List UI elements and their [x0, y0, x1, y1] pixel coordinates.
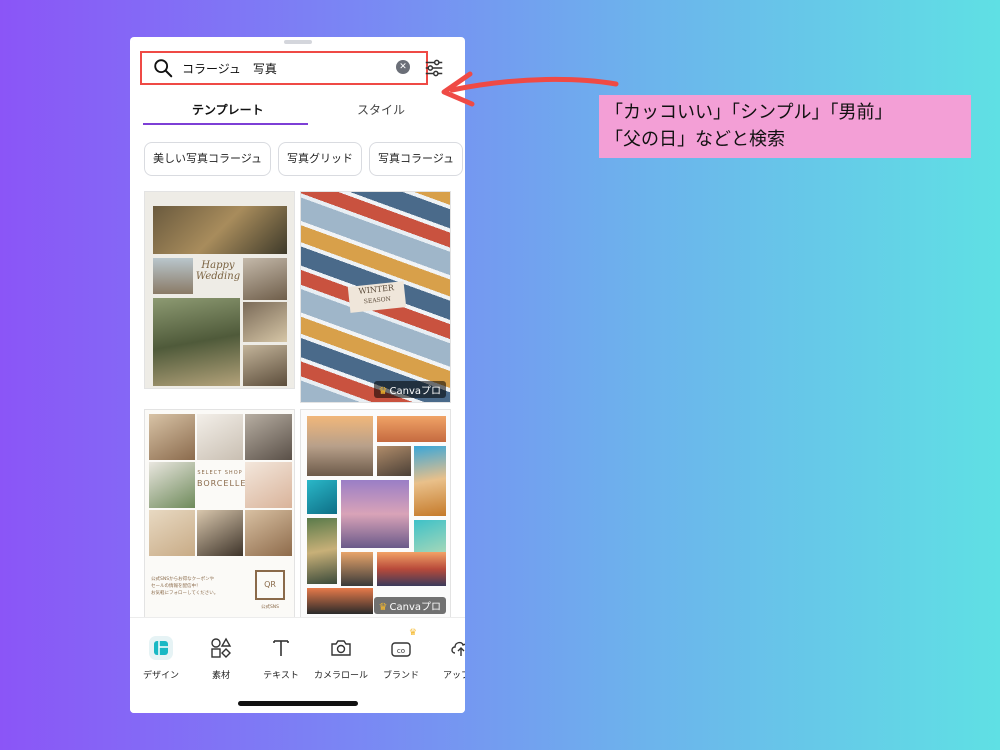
- nav-label: ブランド: [382, 671, 419, 681]
- nav-label: テキスト: [263, 671, 299, 681]
- photo: [307, 518, 337, 584]
- photo: [377, 552, 446, 586]
- active-tab-indicator: [143, 123, 308, 125]
- template-text: SELECT SHOP: [197, 470, 243, 476]
- nav-upload[interactable]: アップロ: [430, 634, 465, 681]
- home-indicator: [238, 701, 358, 706]
- wedding-title: Happy Wedding: [195, 260, 241, 296]
- annotation-callout: 「カッコいい」「シンプル」「男前」 「父の日」などと検索: [599, 95, 971, 158]
- template-card-shop[interactable]: SELECT SHOP BORCELLE 公式SNSからお得なクーポンや セール…: [144, 409, 295, 619]
- template-text: BORCELLE: [197, 479, 247, 488]
- chip-photo-collage[interactable]: 写真コラージュ: [369, 142, 464, 176]
- callout-line: 「父の日」などと検索: [605, 129, 785, 150]
- template-text: お気軽にフォローしてください。: [151, 591, 219, 596]
- photo: [245, 414, 292, 460]
- nav-design[interactable]: デザイン: [130, 634, 192, 681]
- photo: [197, 414, 243, 460]
- template-card-winter[interactable]: WINTER SEASON ♛ Canvaプロ: [300, 191, 451, 403]
- photo: [377, 446, 411, 476]
- photo: [341, 480, 409, 548]
- nav-elements[interactable]: 素材: [190, 634, 252, 681]
- photo: [414, 520, 446, 554]
- search-icon: [154, 59, 173, 78]
- template-text: 公式SNSからお得なクーポンや: [151, 577, 215, 582]
- nav-label: 素材: [211, 671, 230, 681]
- tab-bar: テンプレート スタイル: [130, 95, 465, 127]
- search-bar[interactable]: コラージュ 写真: [140, 51, 428, 85]
- photo: [307, 480, 337, 514]
- nav-label: デザイン: [142, 671, 179, 681]
- photo: [245, 462, 292, 508]
- photo: [377, 416, 446, 442]
- callout-line: 「カッコいい」「シンプル」「男前」: [605, 102, 893, 123]
- tab-templates[interactable]: テンプレート: [192, 101, 264, 118]
- camera-icon: [327, 634, 355, 662]
- template-text: Happy: [201, 260, 235, 271]
- pro-badge-label: Canvaプロ: [389, 602, 442, 613]
- template-text: セールの情報を配信中！: [151, 584, 201, 589]
- pro-badge: ♛ Canvaプロ: [373, 597, 446, 614]
- tab-style[interactable]: スタイル: [357, 101, 405, 118]
- svg-text:co: co: [397, 647, 405, 655]
- photo: [149, 414, 195, 460]
- search-input[interactable]: コラージュ 写真: [182, 60, 277, 77]
- photo: [149, 510, 195, 556]
- photo: [245, 510, 292, 556]
- template-text: Wedding: [195, 271, 241, 282]
- bottom-navigation: デザイン 素材 テキスト カメラロール co ♛ ブランド アッ: [130, 617, 465, 713]
- sheet-grabber[interactable]: [284, 40, 312, 44]
- chip-photo-grid[interactable]: 写真グリッド: [278, 142, 363, 176]
- qr-caption: 公式SNS: [260, 605, 280, 610]
- photo: [153, 258, 193, 294]
- elements-icon: [207, 634, 235, 662]
- photo: [149, 462, 195, 508]
- clear-icon[interactable]: ✕: [396, 60, 410, 74]
- photo: [307, 416, 373, 476]
- crown-icon: ♛: [408, 628, 417, 638]
- template-card-travel[interactable]: ♛ Canvaプロ: [300, 409, 451, 619]
- pro-badge-label: Canvaプロ: [389, 386, 442, 397]
- crown-icon: ♛: [378, 386, 388, 397]
- design-icon: [147, 634, 175, 662]
- phone-screen: コラージュ 写真 ✕ テンプレート スタイル 美しい写真コラージュ 写真グリッド写…: [130, 37, 465, 713]
- chip-beautiful-photo-collage[interactable]: 美しい写真コラージュ: [144, 142, 272, 176]
- crown-icon: ♛: [378, 602, 388, 613]
- photo: [243, 258, 287, 300]
- shop-description: 公式SNSからお得なクーポンや セールの情報を配信中！ お気軽にフォローしてくだ…: [151, 576, 235, 597]
- photo: [153, 298, 240, 386]
- photo: [414, 446, 446, 516]
- upload-icon: [447, 634, 465, 662]
- nav-label: カメラロール: [313, 671, 368, 681]
- photo: [153, 206, 287, 254]
- brand-icon: co ♛: [387, 628, 417, 662]
- suggestion-chips: 美しい写真コラージュ 写真グリッド 写真コラージュ: [144, 142, 465, 176]
- template-card-wedding[interactable]: Happy Wedding: [144, 191, 295, 389]
- nav-brand[interactable]: co ♛ ブランド: [370, 628, 432, 681]
- photo: [243, 345, 287, 386]
- text-icon: [267, 634, 295, 662]
- photo: [197, 510, 243, 556]
- qr-box: QR: [255, 570, 285, 600]
- pro-badge: ♛ Canvaプロ: [373, 381, 446, 398]
- photo: [307, 588, 373, 614]
- photo: [341, 552, 373, 586]
- shop-title: SELECT SHOP BORCELLE: [197, 470, 247, 506]
- nav-text[interactable]: テキスト: [250, 634, 312, 681]
- photo: [243, 302, 287, 342]
- nav-camera-roll[interactable]: カメラロール: [310, 634, 372, 681]
- nav-label: アップロ: [442, 671, 465, 681]
